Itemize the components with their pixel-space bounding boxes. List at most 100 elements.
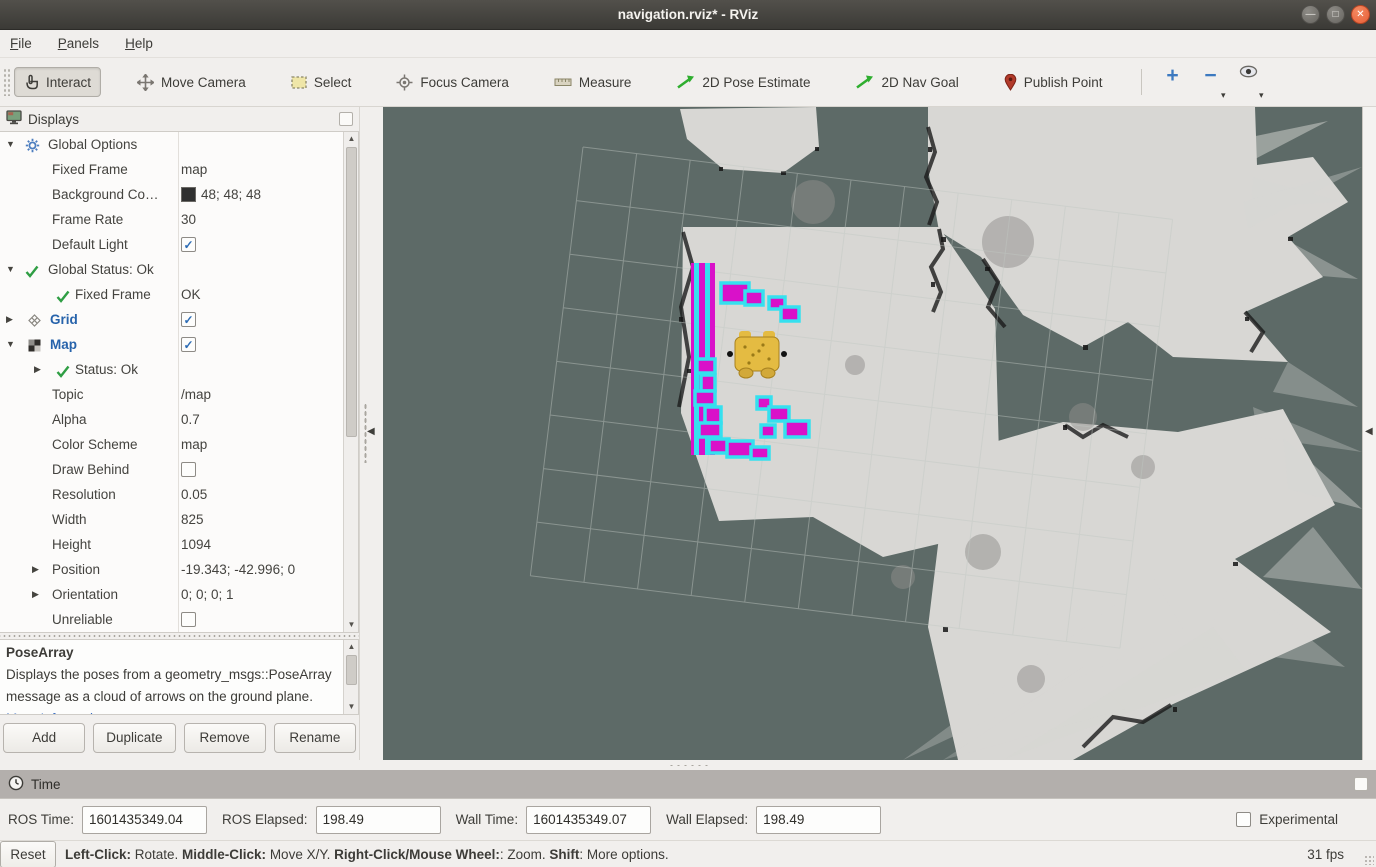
expander-closed-icon[interactable]: ▶ xyxy=(32,582,39,607)
property-value[interactable] xyxy=(181,457,196,482)
more-information-link[interactable]: More Information. xyxy=(6,711,112,715)
property-value[interactable]: 825 xyxy=(181,507,204,532)
time-panel-header[interactable]: Time xyxy=(0,770,1376,798)
tree-row-orientation[interactable]: ▶Orientation0; 0; 0; 1 xyxy=(0,582,358,607)
tree-row-global-options[interactable]: ▼Global Options xyxy=(0,132,358,157)
property-value[interactable]: 0.05 xyxy=(181,482,207,507)
tool-2d-nav-goal[interactable]: 2D Nav Goal xyxy=(846,69,967,96)
tree-row-position[interactable]: ▶Position-19.343; -42.996; 0 xyxy=(0,557,358,582)
property-value[interactable]: 30 xyxy=(181,207,196,232)
tree-row-frame-rate[interactable]: Frame Rate30 xyxy=(0,207,358,232)
property-value[interactable]: 48; 48; 48 xyxy=(181,182,261,207)
tree-row-height[interactable]: Height1094 xyxy=(0,532,358,557)
add-button[interactable]: Add xyxy=(3,723,85,753)
time-field-input[interactable] xyxy=(82,806,207,834)
dropdown-caret-icon[interactable]: ▾ xyxy=(1221,91,1226,99)
3d-viewport-canvas[interactable] xyxy=(383,107,1362,760)
reset-button[interactable]: Reset xyxy=(0,841,56,867)
tree-row-color-scheme[interactable]: Color Schememap xyxy=(0,432,358,457)
property-value[interactable]: map xyxy=(181,432,207,457)
tree-row-background-co-[interactable]: Background Co…48; 48; 48 xyxy=(0,182,358,207)
property-value[interactable]: 0; 0; 0; 1 xyxy=(181,582,234,607)
displays-float-button[interactable] xyxy=(339,112,353,126)
tool-interact[interactable]: Interact xyxy=(14,67,101,97)
tree-row-grid[interactable]: ▶Grid✓ xyxy=(0,307,358,332)
expander-closed-icon[interactable]: ▶ xyxy=(32,557,39,582)
color-swatch[interactable] xyxy=(181,187,196,202)
checkbox-checked[interactable]: ✓ xyxy=(181,312,196,327)
viewport-time-splitter[interactable] xyxy=(0,760,1376,770)
tool-select[interactable]: Select xyxy=(282,69,361,96)
property-value[interactable] xyxy=(181,607,196,632)
property-value[interactable]: -19.343; -42.996; 0 xyxy=(181,557,295,582)
menu-panels[interactable]: Panels xyxy=(58,36,99,51)
expander-closed-icon[interactable]: ▶ xyxy=(34,357,41,382)
collapse-left-icon[interactable]: ◀ xyxy=(1365,426,1373,437)
dropdown-caret-icon[interactable]: ▾ xyxy=(1259,91,1264,99)
tool-zoom-out-minus[interactable]: −▾ xyxy=(1196,65,1226,99)
tree-row-resolution[interactable]: Resolution0.05 xyxy=(0,482,358,507)
experimental-checkbox[interactable] xyxy=(1236,812,1251,827)
menu-file[interactable]: File xyxy=(10,36,32,51)
scroll-up-icon[interactable]: ▲ xyxy=(344,640,359,654)
displays-panel-header[interactable]: Displays xyxy=(0,107,359,131)
tool-focus-camera[interactable]: Focus Camera xyxy=(387,68,518,97)
property-value[interactable]: ✓ xyxy=(181,232,196,257)
tool-publish-point[interactable]: Publish Point xyxy=(995,68,1112,97)
tree-row-status-ok[interactable]: ▶Status: Ok xyxy=(0,357,358,382)
scroll-up-icon[interactable]: ▲ xyxy=(344,132,359,146)
tree-row-default-light[interactable]: Default Light✓ xyxy=(0,232,358,257)
tree-row-draw-behind[interactable]: Draw Behind xyxy=(0,457,358,482)
splitter-grip[interactable] xyxy=(668,764,708,767)
displays-tree-scrollbar[interactable]: ▲ ▼ xyxy=(343,132,358,632)
tool-zoom-in-plus[interactable]: + xyxy=(1158,65,1188,99)
expander-closed-icon[interactable]: ▶ xyxy=(6,307,13,332)
tree-row-map[interactable]: ▼Map✓ xyxy=(0,332,358,357)
expander-open-icon[interactable]: ▼ xyxy=(6,132,15,157)
panel-splitter[interactable]: ◀ xyxy=(360,107,383,760)
checkbox-unchecked[interactable] xyxy=(181,462,196,477)
time-field-input[interactable] xyxy=(756,806,881,834)
description-scrollbar[interactable]: ▲ ▼ xyxy=(343,640,358,714)
tree-row-alpha[interactable]: Alpha0.7 xyxy=(0,407,358,432)
tree-row-fixed-frame[interactable]: Fixed FrameOK xyxy=(0,282,358,307)
remove-button[interactable]: Remove xyxy=(184,723,266,753)
tool-move-camera[interactable]: Move Camera xyxy=(128,68,255,97)
maximize-icon[interactable]: □ xyxy=(1326,5,1345,24)
checkbox-unchecked[interactable] xyxy=(181,612,196,627)
right-panel-strip[interactable]: ◀ xyxy=(1362,107,1376,760)
title-bar[interactable]: navigation.rviz* - RViz — □ ✕ xyxy=(0,0,1376,30)
tool-2d-pose-estimate[interactable]: 2D Pose Estimate xyxy=(667,69,819,96)
checkbox-checked[interactable]: ✓ xyxy=(181,237,196,252)
checkbox-checked[interactable]: ✓ xyxy=(181,337,196,352)
property-value[interactable]: 1094 xyxy=(181,532,211,557)
scroll-down-icon[interactable]: ▼ xyxy=(344,618,359,632)
tool-measure[interactable]: Measure xyxy=(545,69,641,96)
time-field-input[interactable] xyxy=(526,806,651,834)
scroll-down-icon[interactable]: ▼ xyxy=(344,700,359,714)
resize-grip[interactable] xyxy=(1364,855,1374,865)
tree-row-width[interactable]: Width825 xyxy=(0,507,358,532)
menu-help[interactable]: Help xyxy=(125,36,153,51)
toolbar-grip[interactable] xyxy=(3,68,10,96)
minimize-icon[interactable]: — xyxy=(1301,5,1320,24)
rename-button[interactable]: Rename xyxy=(274,723,356,753)
property-value[interactable]: /map xyxy=(181,382,211,407)
scrollbar-thumb[interactable] xyxy=(346,655,357,685)
collapse-left-icon[interactable]: ◀ xyxy=(367,426,375,437)
duplicate-button[interactable]: Duplicate xyxy=(93,723,175,753)
expander-open-icon[interactable]: ▼ xyxy=(6,332,15,357)
tool-eye[interactable]: ▾ xyxy=(1234,65,1264,99)
3d-viewport[interactable] xyxy=(383,107,1362,760)
scrollbar-thumb[interactable] xyxy=(346,147,357,437)
property-value[interactable]: ✓ xyxy=(181,307,196,332)
property-value[interactable]: map xyxy=(181,157,207,182)
close-icon[interactable]: ✕ xyxy=(1351,5,1370,24)
time-field-input[interactable] xyxy=(316,806,441,834)
tree-row-global-status-ok[interactable]: ▼Global Status: Ok xyxy=(0,257,358,282)
expander-open-icon[interactable]: ▼ xyxy=(6,257,15,282)
tree-row-fixed-frame[interactable]: Fixed Framemap xyxy=(0,157,358,182)
property-value[interactable]: OK xyxy=(181,282,201,307)
tree-row-topic[interactable]: Topic/map xyxy=(0,382,358,407)
tree-row-unreliable[interactable]: Unreliable xyxy=(0,607,358,632)
